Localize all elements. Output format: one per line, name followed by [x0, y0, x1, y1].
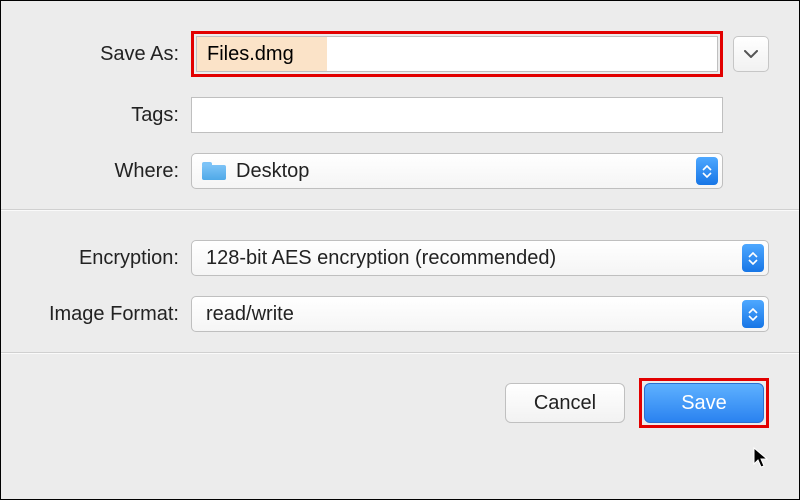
cancel-label: Cancel — [534, 392, 596, 415]
cancel-button[interactable]: Cancel — [505, 383, 625, 423]
save-label: Save — [681, 392, 727, 415]
save-as-label: Save As: — [31, 43, 191, 66]
save-as-input[interactable] — [196, 36, 718, 72]
image-format-select[interactable]: read/write — [191, 296, 769, 332]
where-value: Desktop — [236, 160, 696, 183]
save-as-highlight — [191, 31, 723, 77]
button-bar: Cancel Save — [1, 353, 799, 458]
options-section: Encryption: 128-bit AES encryption (reco… — [1, 210, 799, 352]
file-section: Save As: Tags: Where: Desktop — [1, 1, 799, 209]
encryption-select[interactable]: 128-bit AES encryption (recommended) — [191, 240, 769, 276]
updown-icon — [742, 244, 764, 272]
save-highlight: Save — [639, 378, 769, 428]
updown-icon — [742, 300, 764, 328]
where-row: Where: Desktop — [31, 153, 769, 189]
expand-button[interactable] — [733, 36, 769, 72]
tags-row: Tags: — [31, 97, 769, 133]
updown-icon — [696, 157, 718, 185]
image-format-row: Image Format: read/write — [31, 296, 769, 332]
tags-input[interactable] — [191, 97, 723, 133]
where-select[interactable]: Desktop — [191, 153, 723, 189]
tags-label: Tags: — [31, 104, 191, 127]
encryption-label: Encryption: — [31, 247, 191, 270]
folder-icon — [202, 162, 226, 180]
save-dialog: Save As: Tags: Where: Desktop — [1, 1, 799, 499]
where-label: Where: — [31, 160, 191, 183]
save-as-row: Save As: — [31, 31, 769, 77]
save-button[interactable]: Save — [644, 383, 764, 423]
chevron-down-icon — [744, 50, 758, 58]
image-format-value: read/write — [206, 303, 742, 326]
image-format-label: Image Format: — [31, 303, 191, 326]
encryption-row: Encryption: 128-bit AES encryption (reco… — [31, 240, 769, 276]
encryption-value: 128-bit AES encryption (recommended) — [206, 247, 742, 270]
